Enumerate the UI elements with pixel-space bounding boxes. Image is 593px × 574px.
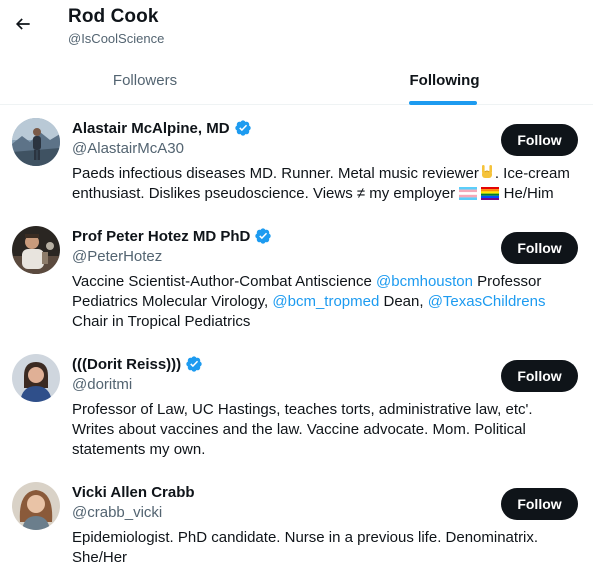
follow-button[interactable]: Follow <box>501 124 578 156</box>
rainbow-flag-icon <box>481 187 500 200</box>
user-cell[interactable]: Vicki Allen Crabb @crabb_vicki Follow Ep… <box>0 482 593 572</box>
tab-followers[interactable]: Followers <box>0 56 290 104</box>
mention-link[interactable]: @bcmhouston <box>376 273 473 290</box>
avatar[interactable] <box>12 354 60 402</box>
user-name[interactable]: Vicki Allen Crabb <box>72 484 195 501</box>
follow-button[interactable]: Follow <box>501 360 578 392</box>
back-button[interactable] <box>6 7 40 41</box>
transgender-flag-icon <box>459 187 478 200</box>
user-name[interactable]: (((Dorit Reiss))) <box>72 356 181 373</box>
tab-bar: Followers Following <box>0 56 593 105</box>
avatar[interactable] <box>12 118 60 166</box>
user-name[interactable]: Alastair McAlpine, MD <box>72 120 230 137</box>
mention-link[interactable]: @bcm_tropmed <box>272 293 379 310</box>
arrow-left-icon <box>15 18 30 30</box>
avatar[interactable] <box>12 482 60 530</box>
profile-handle: @IsCoolScience <box>68 31 165 46</box>
page-title: Rod Cook <box>68 6 159 27</box>
profile-header: Rod Cook @IsCoolScience <box>0 0 593 56</box>
user-handle: @PeterHotez <box>72 248 163 265</box>
verified-badge-icon <box>234 120 251 136</box>
user-bio: Professor of Law, UC Hastings, teaches t… <box>72 401 533 458</box>
user-handle: @crabb_vicki <box>72 504 163 521</box>
user-cell[interactable]: Alastair McAlpine, MD @AlastairMcA30 Fol… <box>0 118 593 208</box>
user-handle: @doritmi <box>72 376 133 393</box>
user-bio: Paeds infectious diseases MD. Runner. Me… <box>72 165 570 202</box>
user-bio: Epidemiologist. PhD candidate. Nurse in … <box>72 529 539 566</box>
active-tab-indicator <box>409 101 477 105</box>
follow-button[interactable]: Follow <box>501 488 578 520</box>
user-bio: Vaccine Scientist-Author-Combat Antiscie… <box>72 273 546 330</box>
user-cell[interactable]: Prof Peter Hotez MD PhD @PeterHotez Foll… <box>0 226 593 336</box>
follow-button[interactable]: Follow <box>501 232 578 264</box>
mention-link[interactable]: @TexasChildrens <box>428 293 546 310</box>
avatar[interactable] <box>12 226 60 274</box>
user-name[interactable]: Prof Peter Hotez MD PhD <box>72 228 250 245</box>
rock-hand-emoji-icon <box>481 165 492 178</box>
verified-badge-icon <box>255 228 272 244</box>
user-cell[interactable]: (((Dorit Reiss))) @doritmi Follow Profes… <box>0 354 593 464</box>
tab-following[interactable]: Following <box>296 56 593 104</box>
user-handle: @AlastairMcA30 <box>72 140 184 157</box>
verified-badge-icon <box>186 356 202 372</box>
